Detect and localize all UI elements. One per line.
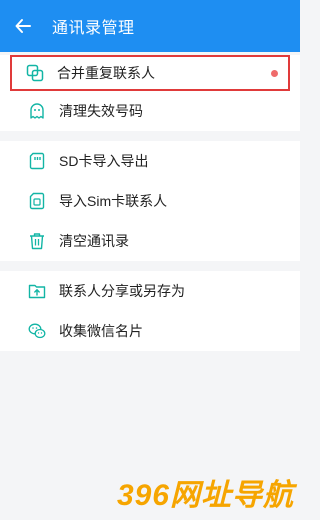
menu-item-label: 联系人分享或另存为 <box>59 283 185 299</box>
page-title: 通讯录管理 <box>52 20 135 37</box>
menu-group-cleanup: 合并重复联系人 清理失效号码 <box>0 55 300 131</box>
ghost-icon <box>28 102 46 120</box>
menu-item-clear-contacts[interactable]: 清空通讯录 <box>0 221 300 261</box>
menu-group-share: 联系人分享或另存为 收集微信名片 <box>0 271 300 351</box>
menu-item-label: 收集微信名片 <box>59 323 143 339</box>
merge-contacts-icon <box>26 64 44 82</box>
back-button[interactable] <box>10 13 36 39</box>
menu-item-wechat-cards[interactable]: 收集微信名片 <box>0 311 300 351</box>
trash-icon <box>28 232 46 250</box>
sim-card-icon <box>28 192 46 210</box>
arrow-left-icon <box>15 19 31 33</box>
menu-item-clean-invalid[interactable]: 清理失效号码 <box>0 91 300 131</box>
share-folder-icon <box>28 282 46 300</box>
menu-item-share-save[interactable]: 联系人分享或另存为 <box>0 271 300 311</box>
menu-item-label: 清理失效号码 <box>59 103 143 119</box>
menu-group-import-export: SD卡导入导出 导入Sim卡联系人 清空通讯录 <box>0 141 300 261</box>
menu-item-merge-duplicates[interactable]: 合并重复联系人 <box>10 55 290 91</box>
watermark-logo: 396网址导航 <box>116 479 294 512</box>
wechat-icon <box>28 322 46 340</box>
app-header: 通讯录管理 <box>0 0 300 52</box>
sd-card-icon <box>28 152 46 170</box>
menu-item-import-sim[interactable]: 导入Sim卡联系人 <box>0 181 300 221</box>
menu-item-label: 清空通讯录 <box>59 233 129 249</box>
notification-dot <box>271 69 278 77</box>
menu-item-label: SD卡导入导出 <box>59 153 149 169</box>
menu-item-label: 合并重复联系人 <box>57 65 155 81</box>
menu-item-label: 导入Sim卡联系人 <box>59 193 168 209</box>
menu-item-sd-import-export[interactable]: SD卡导入导出 <box>0 141 300 181</box>
